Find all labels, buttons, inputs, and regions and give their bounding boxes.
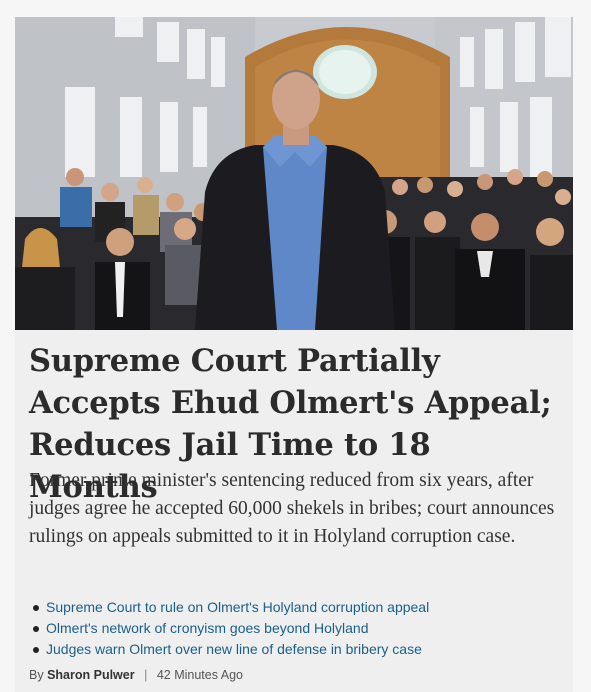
byline: By Sharon Pulwer | 42 Minutes Ago: [29, 668, 243, 682]
bullet-icon: [33, 626, 39, 632]
byline-prefix: By: [29, 668, 44, 682]
article-subhead: Former prime minister's sentencing reduc…: [29, 470, 555, 547]
related-link[interactable]: Judges warn Olmert over new line of defe…: [46, 641, 422, 657]
bullet-icon: [33, 647, 39, 653]
related-link-item: Judges warn Olmert over new line of defe…: [33, 639, 429, 660]
related-links-list: Supreme Court to rule on Olmert's Holyla…: [33, 597, 429, 660]
bullet-icon: [33, 605, 39, 611]
timestamp: 42 Minutes Ago: [156, 668, 243, 682]
author-name[interactable]: Sharon Pulwer: [47, 668, 135, 682]
related-link-item: Supreme Court to rule on Olmert's Holyla…: [33, 597, 429, 618]
article-card: Supreme Court Partially Accepts Ehud Olm…: [15, 17, 573, 692]
byline-separator: |: [144, 668, 148, 682]
article-photo[interactable]: [15, 17, 573, 330]
related-link-item: Olmert's network of cronyism goes beyond…: [33, 618, 429, 639]
related-link[interactable]: Olmert's network of cronyism goes beyond…: [46, 620, 368, 636]
related-link[interactable]: Supreme Court to rule on Olmert's Holyla…: [46, 599, 429, 615]
